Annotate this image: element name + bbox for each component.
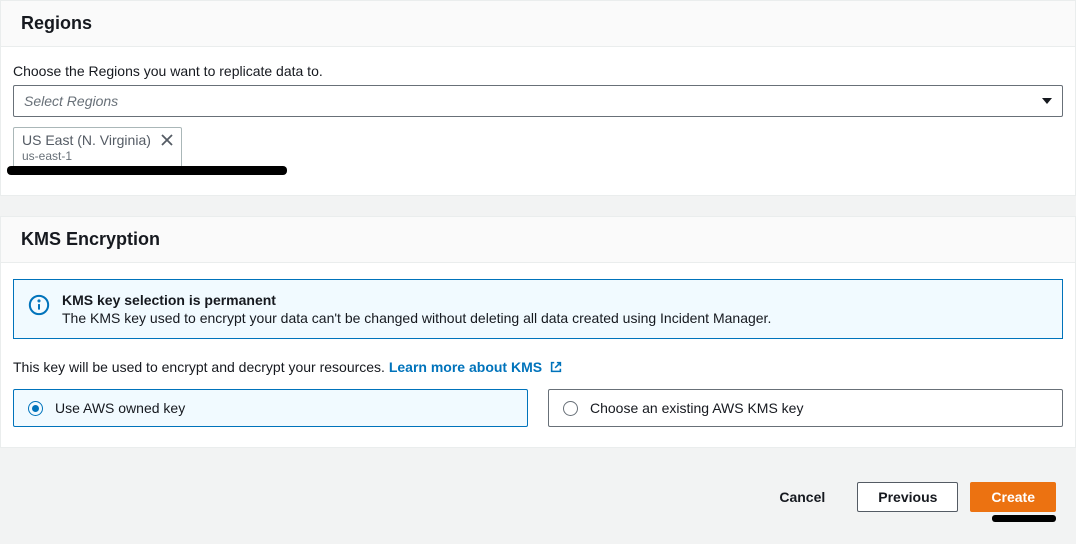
region-tag-name: US East (N. Virginia) xyxy=(22,132,151,149)
kms-learn-more-label: Learn more about KMS xyxy=(389,359,542,375)
redacted-content xyxy=(992,515,1056,522)
create-button[interactable]: Create xyxy=(970,482,1056,512)
regions-select-placeholder: Select Regions xyxy=(24,93,118,109)
kms-info-content: KMS key selection is permanent The KMS k… xyxy=(62,292,771,326)
info-icon xyxy=(28,294,50,326)
caret-down-icon xyxy=(1042,98,1052,104)
regions-header: Regions xyxy=(1,1,1075,47)
regions-select[interactable]: Select Regions xyxy=(13,85,1063,117)
redacted-content xyxy=(7,166,287,175)
kms-header: KMS Encryption xyxy=(1,217,1075,263)
previous-button[interactable]: Previous xyxy=(857,482,958,512)
radio-icon xyxy=(563,401,578,416)
radio-icon xyxy=(28,401,43,416)
regions-field-label: Choose the Regions you want to replicate… xyxy=(13,63,1063,79)
kms-help-prefix: This key will be used to encrypt and dec… xyxy=(13,359,385,375)
regions-title: Regions xyxy=(21,13,1055,34)
regions-panel: Regions Choose the Regions you want to r… xyxy=(0,0,1076,196)
kms-info-title: KMS key selection is permanent xyxy=(62,292,771,308)
cancel-button[interactable]: Cancel xyxy=(759,483,845,511)
kms-option-owned-label: Use AWS owned key xyxy=(55,400,185,416)
kms-title: KMS Encryption xyxy=(21,229,1055,250)
selected-regions-list: US East (N. Virginia) us-east-1 xyxy=(13,127,1063,170)
kms-info-box: KMS key selection is permanent The KMS k… xyxy=(13,279,1063,339)
wizard-footer: Cancel Previous Create xyxy=(0,468,1076,520)
kms-option-existing-label: Choose an existing AWS KMS key xyxy=(590,400,803,416)
region-tag-text: US East (N. Virginia) us-east-1 xyxy=(22,132,151,163)
regions-body: Choose the Regions you want to replicate… xyxy=(1,47,1075,195)
kms-option-existing[interactable]: Choose an existing AWS KMS key xyxy=(548,389,1063,427)
kms-option-owned[interactable]: Use AWS owned key xyxy=(13,389,528,427)
kms-radio-group: Use AWS owned key Choose an existing AWS… xyxy=(13,389,1063,427)
external-link-icon xyxy=(549,360,563,377)
close-icon[interactable] xyxy=(161,134,173,148)
kms-help-text: This key will be used to encrypt and dec… xyxy=(13,359,1063,377)
region-tag: US East (N. Virginia) us-east-1 xyxy=(13,127,182,170)
kms-body: KMS key selection is permanent The KMS k… xyxy=(1,263,1075,447)
kms-panel: KMS Encryption KMS key selection is perm… xyxy=(0,216,1076,448)
region-tag-id: us-east-1 xyxy=(22,149,151,163)
kms-learn-more-link[interactable]: Learn more about KMS xyxy=(389,359,563,375)
kms-info-description: The KMS key used to encrypt your data ca… xyxy=(62,310,771,326)
